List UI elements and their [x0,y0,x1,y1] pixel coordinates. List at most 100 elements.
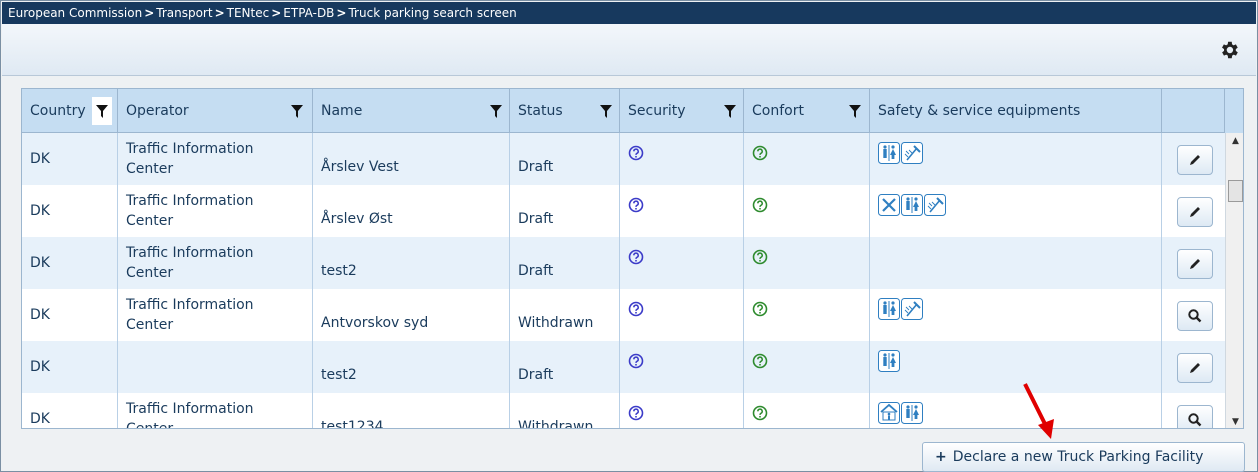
name-value: Antvorskov syd [321,315,429,331]
status-value: Draft [518,211,554,227]
view-button[interactable] [1177,405,1213,428]
operator-value: Traffic Information [126,401,254,417]
truck-parking-grid: Country Operator Name Status Security Co… [21,88,1244,429]
cell-security [620,133,744,185]
cell-operator: Traffic Information Center [118,393,313,429]
table-row[interactable]: DK Traffic Information Center Årslev Vest Dr… [22,133,1225,185]
vertical-scrollbar[interactable]: ▲ ▼ [1225,133,1243,428]
cell-security [620,393,744,428]
question-circle-icon[interactable] [628,405,644,427]
table-row[interactable]: DK Traffic Information Center Årslev Øst Dra… [22,185,1225,237]
breadcrumb-item-tentec[interactable]: TENtec [227,6,270,20]
view-button[interactable] [1177,301,1213,331]
cell-confort [744,289,870,341]
cell-country: DK [22,133,118,185]
edit-button[interactable] [1177,197,1213,227]
filter-icon[interactable] [96,105,108,118]
cell-operator: Traffic Information Center [118,185,313,237]
question-circle-icon[interactable] [628,301,644,323]
header-scroll-spacer [1225,89,1243,133]
toolbar [2,24,1256,76]
column-header-operator[interactable]: Operator [118,89,313,133]
cell-name: test1234 [313,393,510,429]
scroll-down-arrow-icon[interactable]: ▼ [1226,414,1243,428]
table-row[interactable]: DK Traffic Information Center Antvorskov sy… [22,289,1225,341]
edit-button[interactable] [1177,353,1213,383]
breadcrumb-separator: > [214,6,225,20]
gear-icon[interactable] [1218,39,1240,61]
name-value: Årslev Øst [321,211,393,227]
status-value: Draft [518,263,554,279]
scrollbar-thumb[interactable] [1228,180,1243,202]
country-value: DK [30,255,50,271]
cell-country: DK [22,185,118,237]
breadcrumb-item-etpa-db[interactable]: ETPA-DB [283,6,334,20]
cell-name: Årslev Øst [313,185,510,237]
operator-value: Center [126,213,174,229]
question-circle-icon[interactable] [752,197,768,219]
status-value: Withdrawn [518,419,594,429]
question-circle-icon[interactable] [752,353,768,375]
cell-security [620,185,744,237]
declare-new-facility-button[interactable]: + Declare a new Truck Parking Facility [922,442,1245,472]
cell-equipments [870,237,1162,289]
app-frame: European Commission > Transport > TENtec > ETP… [0,0,1258,472]
cell-confort [744,237,870,289]
filter-icon[interactable] [724,105,736,118]
plus-icon: + [935,449,947,465]
question-circle-icon[interactable] [628,353,644,375]
cell-status: Withdrawn [510,393,620,429]
question-circle-icon[interactable] [628,145,644,167]
edit-button[interactable] [1177,145,1213,175]
filter-icon[interactable] [600,105,612,118]
cell-confort [744,185,870,237]
status-value: Withdrawn [518,315,594,331]
country-value: DK [30,307,50,323]
scroll-up-arrow-icon[interactable]: ▲ [1226,133,1243,149]
cell-status: Draft [510,341,620,393]
breadcrumb-item-european-commission[interactable]: European Commission [8,6,142,20]
country-value: DK [30,151,50,167]
name-value: test2 [321,263,357,279]
pencil-icon [1188,257,1202,271]
cell-name: test2 [313,237,510,289]
question-circle-icon[interactable] [752,249,768,271]
operator-value: Traffic Information [126,141,254,157]
filter-icon[interactable] [849,105,861,118]
cell-operator: Traffic Information Center [118,237,313,289]
cell-country: DK [22,341,118,393]
cell-country: DK [22,237,118,289]
breadcrumb-item-transport[interactable]: Transport [156,6,212,20]
cell-name: Årslev Vest [313,133,510,185]
edit-button[interactable] [1177,249,1213,279]
filter-icon[interactable] [291,105,303,118]
operator-value: Center [126,161,174,177]
pencil-icon [1188,205,1202,219]
cell-confort [744,341,870,393]
toilets-icon [878,350,900,378]
cell-security [620,237,744,289]
country-value: DK [30,359,50,375]
name-value: test1234 [321,419,384,429]
cell-equipments [870,185,1162,237]
column-header-actions [1162,89,1225,133]
country-value: DK [30,203,50,219]
shower-icon [901,298,923,326]
operator-value: Center [126,421,174,429]
magnifier-icon [1187,412,1203,428]
question-circle-icon[interactable] [752,145,768,167]
annotation-arrow-icon [1023,383,1054,439]
cell-name: test2 [313,341,510,393]
toilets-icon [901,402,923,428]
question-circle-icon[interactable] [752,301,768,323]
table-row[interactable]: DK Traffic Information Center test2 Draft [22,237,1225,289]
status-value: Draft [518,367,554,383]
question-circle-icon[interactable] [752,405,768,427]
question-circle-icon[interactable] [628,249,644,271]
column-header-name[interactable]: Name [313,89,510,133]
filter-icon[interactable] [490,105,502,118]
question-circle-icon[interactable] [628,197,644,219]
shower-icon [924,194,946,222]
cell-country: DK [22,393,118,428]
cell-security [620,289,744,341]
